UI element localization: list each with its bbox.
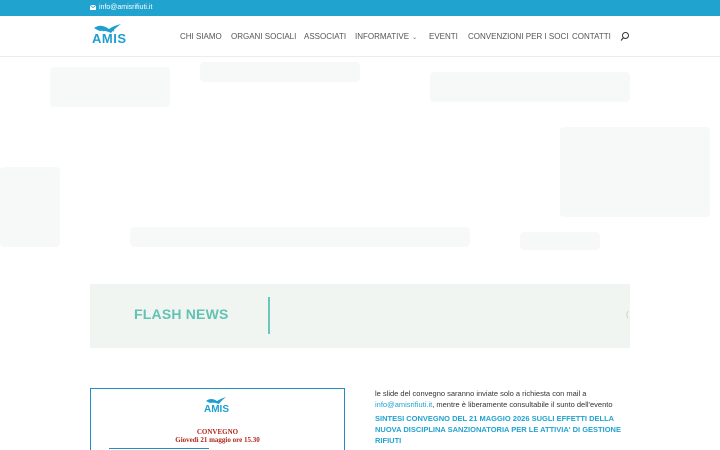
flash-news-ticker[interactable]: (	[626, 310, 630, 319]
nav-item-contatti[interactable]: CONTATTI	[572, 31, 611, 43]
article-text: le slide del convegno saranno inviate so…	[375, 388, 635, 446]
article-email-link[interactable]: info@amisrifiuti.it	[375, 400, 432, 409]
hero-bg-shape	[520, 232, 600, 250]
hero-bg-shape	[560, 127, 710, 217]
hero-bg-shape	[50, 67, 170, 107]
nav-item-organi-sociali[interactable]: ORGANI SOCIALI	[231, 31, 296, 43]
mail-icon	[90, 5, 96, 10]
article-text-after: , mentre è liberamente consultabile il s…	[432, 400, 613, 409]
hero-bg-shape	[430, 72, 630, 102]
flash-news-bar: FLASH NEWS (	[90, 284, 630, 348]
article-text-before: le slide del convegno saranno inviate so…	[375, 389, 587, 398]
nav-item-informative[interactable]: INFORMATIVE ⌄	[355, 31, 417, 44]
hero-banner	[0, 57, 720, 257]
topbar-email-text: info@amisrifiuti.it	[99, 4, 153, 11]
article-heading-link[interactable]: SINTESI CONVEGNO DEL 21 MAGGIO 2026 SUGL…	[375, 413, 635, 446]
poster-logo-text: AMIS	[204, 404, 229, 415]
hero-bg-shape	[130, 227, 470, 247]
topbar-email-link[interactable]: info@amisrifiuti.it	[90, 2, 152, 13]
nav-item-associati[interactable]: ASSOCIATI	[304, 31, 346, 43]
search-icon[interactable]	[620, 31, 630, 43]
article-paragraph: le slide del convegno saranno inviate so…	[375, 388, 635, 410]
nav-item-informative-label: INFORMATIVE	[355, 32, 410, 41]
nav-item-chi-siamo[interactable]: CHI SIAMO	[180, 31, 222, 43]
event-poster[interactable]: AMIS CONVEGNO Giovedì 21 maggio ore 15.3…	[90, 388, 345, 450]
flash-divider	[268, 297, 270, 334]
top-bar: info@amisrifiuti.it	[0, 0, 720, 16]
hero-bg-shape	[0, 167, 60, 247]
nav-item-convenzioni[interactable]: CONVENZIONI PER I SOCI	[468, 31, 568, 43]
poster-divider	[109, 448, 209, 449]
site-header: AMIS CHI SIAMO ORGANI SOCIALI ASSOCIATI …	[0, 16, 720, 57]
poster-title: CONVEGNO	[196, 428, 239, 436]
main-nav: CHI SIAMO ORGANI SOCIALI ASSOCIATI INFOR…	[0, 31, 720, 45]
flash-news-title: FLASH NEWS	[134, 306, 229, 322]
chevron-down-icon: ⌄	[412, 35, 418, 41]
poster-date: Giovedì 21 maggio ore 15.30	[175, 436, 260, 444]
nav-item-eventi[interactable]: EVENTI	[429, 31, 458, 43]
hero-bg-shape	[200, 62, 360, 82]
